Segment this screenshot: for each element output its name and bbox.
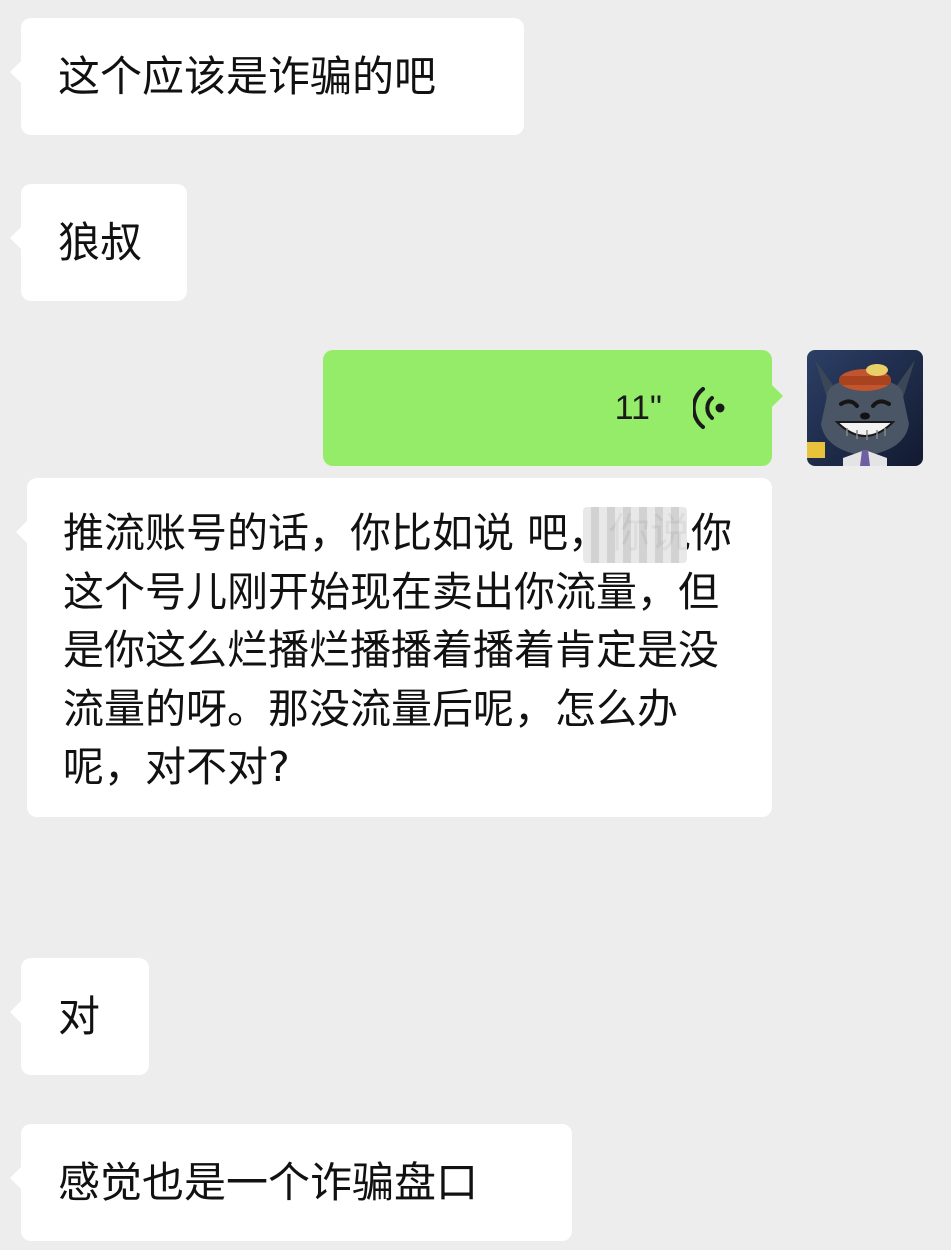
wolf-avatar-icon bbox=[807, 350, 923, 466]
bubble-tail bbox=[10, 61, 21, 83]
voice-duration: 11" bbox=[614, 389, 662, 427]
user-avatar[interactable] bbox=[807, 350, 923, 466]
bubble-tail bbox=[10, 1001, 21, 1023]
voice-message-bubble[interactable]: 11" bbox=[323, 350, 783, 466]
message-bubble[interactable]: 对 bbox=[10, 958, 149, 1075]
bubble-tail bbox=[772, 385, 783, 407]
message-bubble[interactable]: 这个应该是诈骗的吧 bbox=[10, 18, 524, 135]
message-bubble[interactable]: 狼叔 bbox=[10, 184, 187, 301]
message-text: 对 bbox=[58, 991, 101, 1041]
bubble-tail bbox=[10, 227, 21, 249]
voice-waves-icon bbox=[691, 384, 727, 447]
bubble-tail bbox=[10, 1167, 21, 1189]
message-text: 感觉也是一个诈骗盘口 bbox=[58, 1157, 479, 1207]
message-text: 狼叔 bbox=[58, 217, 143, 267]
redacted-blur bbox=[583, 507, 687, 563]
message-text: 这个应该是诈骗的吧 bbox=[58, 51, 437, 101]
message-bubble[interactable]: 感觉也是一个诈骗盘口 bbox=[10, 1124, 572, 1241]
bubble-tail bbox=[16, 521, 27, 543]
